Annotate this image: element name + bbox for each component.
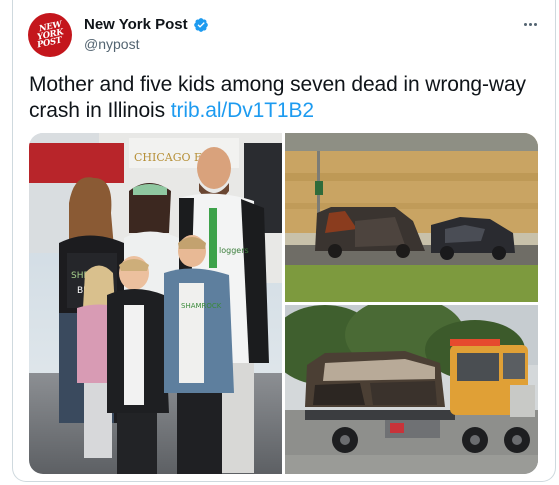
more-options-icon[interactable] — [518, 14, 542, 34]
tweet-link[interactable]: trib.al/Dv1T1B2 — [171, 99, 314, 122]
svg-text:SHAMROCK: SHAMROCK — [181, 302, 222, 310]
tweet-text: Mother and five kids among seven dead in… — [29, 72, 539, 124]
handle[interactable]: @nypost — [84, 36, 209, 52]
display-name[interactable]: New York Post — [84, 16, 188, 33]
tow-truck-photo[interactable] — [285, 305, 538, 474]
svg-text:loggers: loggers — [219, 246, 249, 255]
family-photo[interactable]: CHICAGO FIRE SHENAN BE loggers — [29, 133, 282, 474]
media-grid: CHICAGO FIRE SHENAN BE loggers — [29, 133, 538, 474]
crash-scene-photo[interactable] — [285, 133, 538, 302]
avatar[interactable]: NEW YORK POST — [28, 13, 72, 57]
author-info: New York Post @nypost — [84, 16, 209, 52]
verified-badge-icon — [193, 17, 209, 33]
